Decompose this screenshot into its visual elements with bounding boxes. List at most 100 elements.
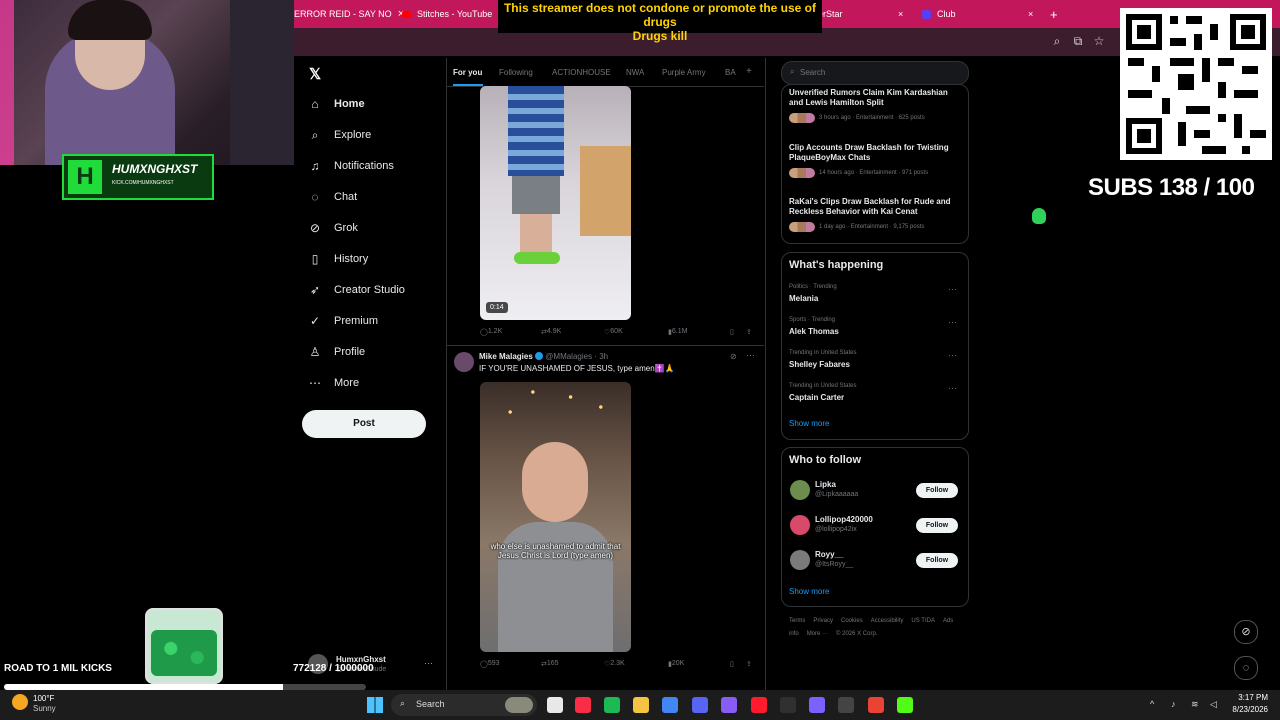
show-more-link[interactable]: Show more (789, 419, 829, 428)
kick-icon[interactable] (897, 697, 913, 713)
discord-icon[interactable] (692, 697, 708, 713)
sidebar-item-grok[interactable]: ⊘ Grok (308, 216, 358, 240)
news-title[interactable]: Clip Accounts Draw Backlash for Twisting… (789, 143, 959, 163)
avatar[interactable] (790, 480, 810, 500)
news-title[interactable]: Unverified Rumors Claim Kim Kardashian a… (789, 88, 959, 108)
wifi-icon[interactable]: ≋ (1191, 699, 1199, 710)
sidebar-item-explore[interactable]: ⌕ Explore (308, 123, 372, 147)
follow-button[interactable]: Follow (916, 518, 958, 533)
more-icon[interactable]: ··· (948, 383, 957, 393)
close-icon[interactable]: × (1028, 0, 1033, 28)
suggested-user-name[interactable]: Lollipop420000 (815, 515, 873, 524)
weather-temp[interactable]: 100°F (33, 694, 54, 703)
footer-link[interactable]: Accessibility (871, 618, 904, 624)
post-button[interactable]: Post (302, 410, 426, 438)
sidebar-item-creator-studio[interactable]: ➶ Creator Studio (308, 278, 405, 302)
close-icon[interactable]: × (898, 0, 903, 28)
taskbar-search[interactable]: ⌕ Search (391, 694, 537, 716)
share-icon[interactable]: ⇪ (746, 328, 752, 336)
footer-link[interactable]: US TIDA (911, 618, 935, 624)
trend-name[interactable]: Captain Carter (789, 393, 844, 402)
more-icon[interactable]: ⋯ (746, 350, 755, 361)
author-name[interactable]: Mike Malagies (479, 352, 533, 361)
footer-link[interactable]: More ··· (807, 631, 828, 637)
bookmark-icon[interactable]: ▯ (730, 328, 734, 336)
zoom-icon[interactable]: ⌕ (1050, 34, 1064, 48)
file-icon[interactable] (547, 697, 563, 713)
new-tab-button[interactable]: + (1050, 0, 1058, 28)
suggested-user-name[interactable]: Royy__ (815, 550, 843, 559)
footer-link[interactable]: Terms (789, 618, 805, 624)
news-title[interactable]: RaKai's Clips Draw Backlash for Rude and… (789, 197, 959, 217)
avatar[interactable] (790, 515, 810, 535)
like-button[interactable]: ♡ 2.3K (604, 660, 625, 668)
grok-float-button[interactable]: ⊘ (1234, 620, 1258, 644)
music-icon[interactable] (575, 697, 591, 713)
trend-name[interactable]: Melania (789, 294, 818, 303)
sun-icon[interactable] (12, 694, 28, 710)
suggested-user-name[interactable]: Lipka (815, 480, 836, 489)
bookmark-star-icon[interactable]: ☆ (1092, 34, 1106, 48)
avatar[interactable] (454, 352, 474, 372)
search-input[interactable]: ⌕ Search (781, 61, 969, 85)
sidebar-item-premium[interactable]: ✓ Premium (308, 309, 378, 333)
browser-tab[interactable]: Stitches - YouTube (402, 0, 492, 28)
add-tab-button[interactable]: + (746, 66, 752, 77)
opera-icon[interactable] (751, 697, 767, 713)
messages-float-button[interactable]: ◌ (1234, 656, 1258, 680)
browser-tab[interactable]: Club (922, 0, 956, 28)
weather-desc[interactable]: Sunny (33, 704, 56, 713)
trend-name[interactable]: Alek Thomas (789, 327, 839, 336)
chevron-up-icon[interactable]: ^ (1150, 699, 1154, 709)
sidebar-item-home[interactable]: ⌂ Home (308, 92, 364, 116)
app-icon[interactable] (721, 697, 737, 713)
follow-button[interactable]: Follow (916, 483, 958, 498)
obs-icon[interactable] (780, 697, 796, 713)
sidebar-item-chat[interactable]: ◌ Chat (308, 185, 357, 209)
bookmark-icon[interactable]: ▯ (730, 660, 734, 668)
tab-nwa[interactable]: NWA (626, 68, 644, 77)
grok-icon[interactable]: ⊘ (730, 352, 737, 361)
clock-date[interactable]: 8/23/2026 (1210, 705, 1268, 714)
terminal-icon[interactable] (838, 697, 854, 713)
windows-start-icon[interactable] (367, 697, 383, 713)
more-icon[interactable]: ··· (948, 284, 957, 294)
repost-button[interactable]: ⇄ 165 (541, 660, 559, 668)
views-button[interactable]: ▮ 6.1M (668, 328, 687, 336)
sidebar-item-notifications[interactable]: ♫ Notifications (308, 154, 394, 178)
browser-tab[interactable]: ERROR REID - SAY NO × (294, 0, 404, 28)
microphone-icon[interactable]: ♪ (1171, 699, 1176, 709)
trend-name[interactable]: Shelley Fabares (789, 360, 850, 369)
more-icon[interactable]: ··· (424, 658, 433, 668)
tweet-video[interactable] (480, 86, 631, 320)
tab-purple-army[interactable]: Purple Army (662, 68, 706, 77)
tab-following[interactable]: Following (499, 68, 533, 77)
chrome-icon[interactable] (662, 697, 678, 713)
sidebar-item-profile[interactable]: ♙ Profile (308, 340, 366, 364)
sidebar-item-more[interactable]: ⋯ More (308, 371, 359, 395)
more-icon[interactable]: ··· (948, 317, 957, 327)
sidebar-item-history[interactable]: ▯ History (308, 247, 369, 271)
like-button[interactable]: ♡ 60K (604, 328, 623, 336)
clock-time[interactable]: 3:17 PM (1210, 693, 1268, 702)
tab-actionhouse[interactable]: ACTIONHOUSE (552, 68, 611, 77)
tab-for-you[interactable]: For you (453, 68, 482, 77)
tweet-video[interactable] (480, 382, 631, 652)
x-logo-icon[interactable]: 𝕏 (309, 65, 321, 83)
follow-button[interactable]: Follow (916, 553, 958, 568)
spotify-icon[interactable] (604, 697, 620, 713)
footer-link[interactable]: Cookies (841, 618, 863, 624)
show-more-link[interactable]: Show more (789, 587, 829, 596)
footer-link[interactable]: © 2026 X Corp. (836, 631, 877, 637)
reply-button[interactable]: ◯ 1.2K (480, 328, 502, 336)
folder-icon[interactable] (633, 697, 649, 713)
browser-icon[interactable] (809, 697, 825, 713)
more-icon[interactable]: ··· (948, 350, 957, 360)
reply-button[interactable]: ◯ 593 (480, 660, 500, 668)
install-icon[interactable]: ⧉ (1071, 34, 1085, 48)
views-button[interactable]: ▮ 20K (668, 660, 684, 668)
tab-ba[interactable]: BA (725, 68, 736, 77)
share-icon[interactable]: ⇪ (746, 660, 752, 668)
repost-button[interactable]: ⇄ 4.9K (541, 328, 561, 336)
chrome-icon[interactable] (868, 697, 884, 713)
